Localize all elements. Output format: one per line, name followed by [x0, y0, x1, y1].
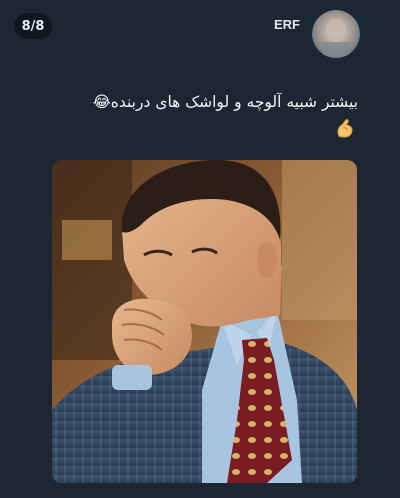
- pinching-hand-icon: [334, 116, 356, 140]
- avatar-icon: [312, 10, 360, 58]
- avatar[interactable]: [312, 10, 360, 58]
- image-counter-badge: 8/8: [14, 13, 52, 39]
- post-text: بیشتر شبیه آلوچه و لواشک های دربنده😂: [92, 93, 358, 111]
- author-name[interactable]: ERF: [274, 17, 300, 32]
- image-counter-text: 8/8: [21, 18, 45, 34]
- tweet-post: 8/8 ERF بیشتر شبیه آلوچه و لواشک های درب…: [0, 0, 400, 498]
- post-image[interactable]: [52, 160, 357, 483]
- meme-photo-illustration: [52, 160, 357, 483]
